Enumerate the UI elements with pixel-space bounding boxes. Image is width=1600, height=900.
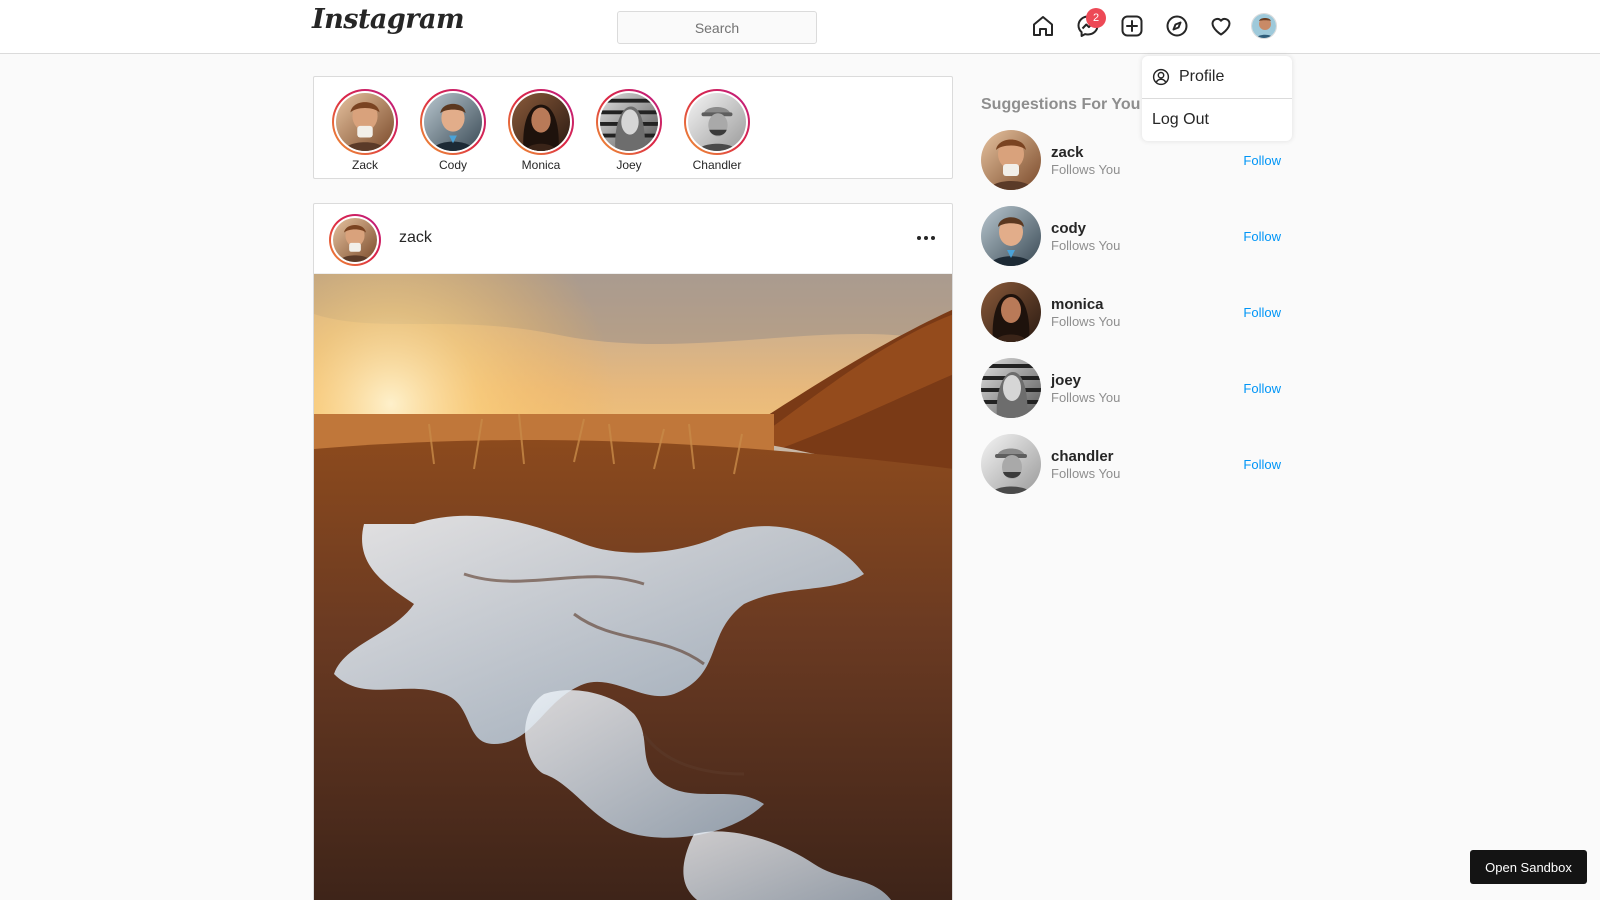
story-ring <box>596 89 662 155</box>
post-photo[interactable] <box>314 274 953 900</box>
avatar[interactable] <box>981 206 1041 266</box>
suggestion-subtitle: Follows You <box>1051 314 1121 329</box>
story-joey[interactable]: Joey <box>594 89 664 172</box>
suggestion-row: cody Follows You Follow <box>981 206 1281 268</box>
avatar[interactable] <box>981 282 1041 342</box>
story-zack[interactable]: Zack <box>330 89 400 172</box>
story-cody[interactable]: Cody <box>418 89 488 172</box>
feed-post: zack <box>313 203 953 900</box>
story-name: Monica <box>521 158 561 172</box>
avatar <box>600 93 658 151</box>
more-options-icon[interactable] <box>915 228 937 248</box>
open-sandbox-button[interactable]: Open Sandbox <box>1470 850 1587 884</box>
dropdown-item-label: Log Out <box>1152 111 1209 128</box>
post-header: zack <box>314 204 952 274</box>
suggestion-username[interactable]: cody <box>1051 220 1086 237</box>
new-post-icon[interactable] <box>1119 13 1145 39</box>
suggestion-row: joey Follows You Follow <box>981 358 1281 420</box>
avatar[interactable] <box>981 358 1041 418</box>
top-navbar: Instagram 2 <box>0 0 1600 54</box>
story-ring <box>332 89 398 155</box>
story-name: Chandler <box>692 158 742 172</box>
suggestion-username[interactable]: zack <box>1051 144 1084 161</box>
home-icon[interactable] <box>1030 13 1056 39</box>
story-ring <box>508 89 574 155</box>
suggestion-subtitle: Follows You <box>1051 390 1121 405</box>
search-input[interactable] <box>617 11 817 44</box>
avatar <box>424 93 482 151</box>
post-avatar[interactable] <box>329 214 381 266</box>
follow-button[interactable]: Follow <box>1243 153 1281 168</box>
avatar <box>336 93 394 151</box>
explore-icon[interactable] <box>1164 13 1190 39</box>
avatar[interactable] <box>981 434 1041 494</box>
follow-button[interactable]: Follow <box>1243 381 1281 396</box>
story-name: Zack <box>351 158 378 172</box>
story-chandler[interactable]: Chandler <box>682 89 752 172</box>
suggestion-username[interactable]: joey <box>1051 372 1081 389</box>
post-username[interactable]: zack <box>399 229 432 247</box>
suggestion-username[interactable]: monica <box>1051 296 1104 313</box>
follow-button[interactable]: Follow <box>1243 457 1281 472</box>
avatar <box>512 93 570 151</box>
messages-badge: 2 <box>1086 8 1106 28</box>
suggestion-subtitle: Follows You <box>1051 238 1121 253</box>
suggestion-row: zack Follows You Follow <box>981 130 1281 192</box>
avatar[interactable] <box>981 130 1041 190</box>
suggestion-row: chandler Follows You Follow <box>981 434 1281 496</box>
story-monica[interactable]: Monica <box>506 89 576 172</box>
suggestion-subtitle: Follows You <box>1051 466 1121 481</box>
profile-dropdown-menu: Profile Log Out <box>1142 56 1292 141</box>
suggestion-username[interactable]: chandler <box>1051 448 1114 465</box>
dropdown-item-profile[interactable]: Profile <box>1142 56 1292 98</box>
instagram-logo[interactable]: Instagram <box>312 4 465 35</box>
suggestions-title: Suggestions For You <box>981 96 1141 113</box>
avatar <box>688 93 746 151</box>
follow-button[interactable]: Follow <box>1243 229 1281 244</box>
follow-button[interactable]: Follow <box>1243 305 1281 320</box>
suggestion-row: monica Follows You Follow <box>981 282 1281 344</box>
stories-tray: Zack Cody Monica Joey Chandler <box>313 76 953 179</box>
suggestion-subtitle: Follows You <box>1051 162 1121 177</box>
story-name: Cody <box>438 158 467 172</box>
story-name: Joey <box>616 158 642 172</box>
story-ring <box>684 89 750 155</box>
user-circle-icon <box>1152 68 1170 86</box>
dropdown-item-label: Profile <box>1179 68 1225 85</box>
profile-avatar[interactable] <box>1251 13 1277 39</box>
story-ring <box>420 89 486 155</box>
activity-heart-icon[interactable] <box>1208 13 1234 39</box>
